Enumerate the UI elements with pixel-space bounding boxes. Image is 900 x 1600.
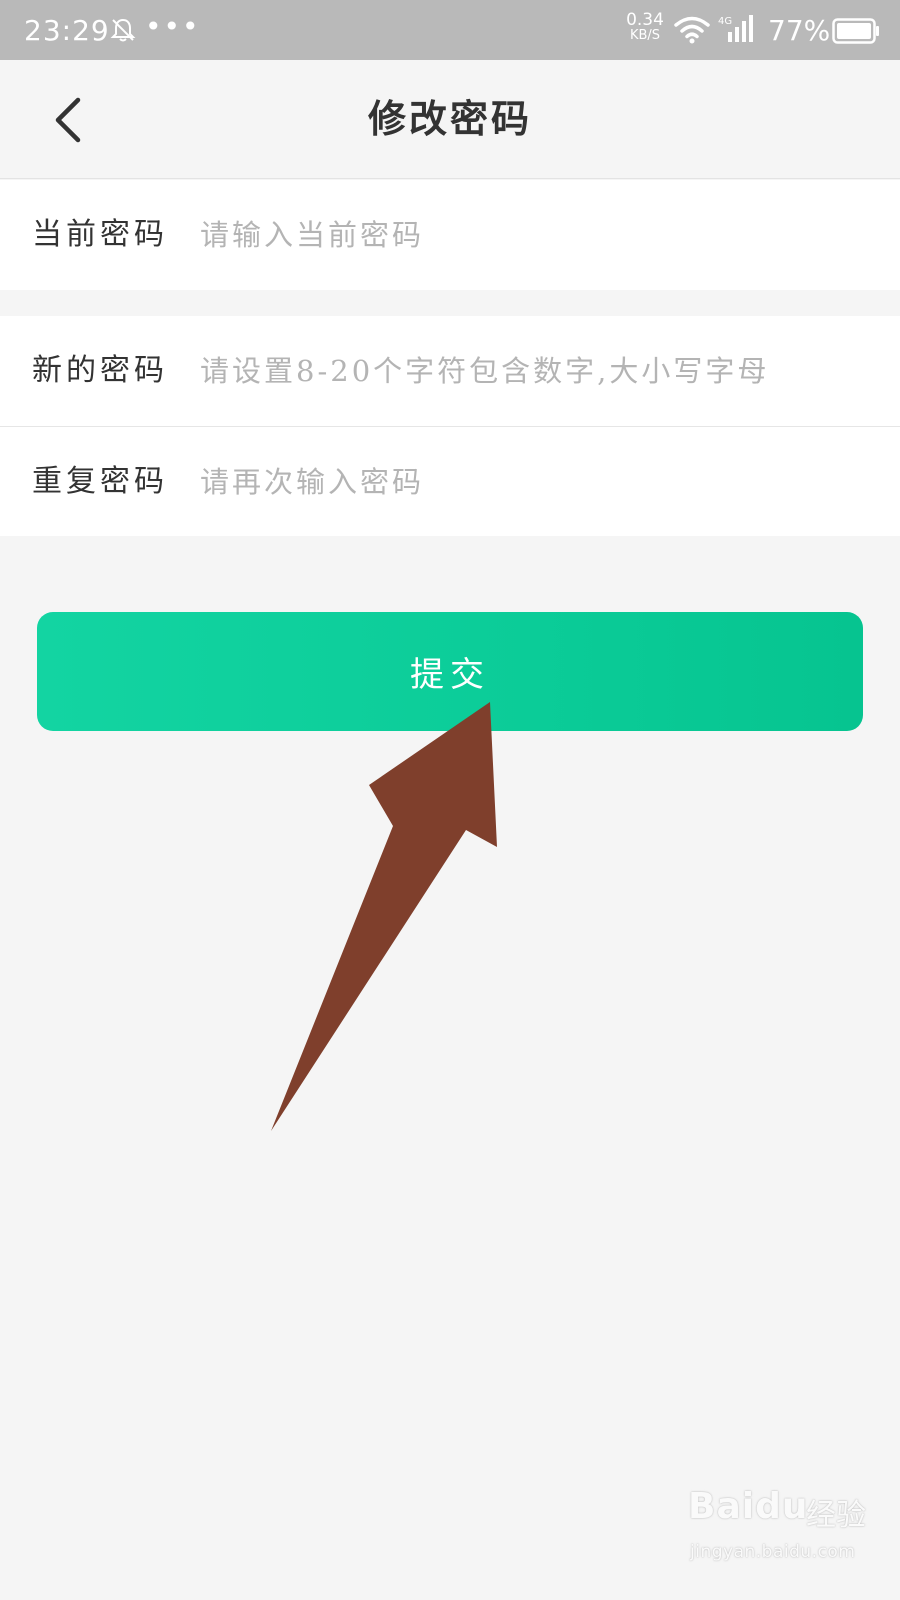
status-bar: 23:29 ••• 0.34 KB/S 4G 77% (0, 0, 900, 60)
new-password-label: 新的密码 (32, 353, 168, 388)
current-password-row: 当前密码 (0, 180, 900, 290)
network-speed-value: 0.34 (626, 10, 664, 30)
wifi-icon (674, 16, 710, 44)
battery-percent: 77% (768, 14, 831, 47)
chevron-left-icon (55, 97, 81, 143)
bell-off-icon (110, 18, 136, 42)
network-speed-unit: KB/S (629, 28, 661, 43)
current-password-label: 当前密码 (32, 217, 168, 252)
repeat-password-input[interactable] (200, 452, 870, 512)
nav-bar: 修改密码 (0, 60, 900, 179)
network-speed: 0.34 KB/S (623, 12, 667, 44)
repeat-password-row: 重复密码 (0, 426, 900, 536)
submit-button[interactable]: 提交 (37, 612, 863, 731)
status-more-dots: ••• (145, 10, 201, 43)
new-password-input[interactable] (200, 341, 870, 401)
battery-icon (832, 18, 879, 44)
watermark-brand: Baidu (688, 1486, 809, 1527)
current-password-group: 当前密码 (0, 180, 900, 290)
status-time: 23:29 (24, 14, 110, 47)
repeat-password-label: 重复密码 (32, 464, 168, 499)
watermark-brand-cn: 经验 (806, 1498, 866, 1533)
signal-icon: 4G (718, 15, 753, 42)
current-password-input[interactable] (200, 205, 870, 265)
page-title: 修改密码 (367, 96, 532, 141)
network-type: 4G (718, 16, 732, 27)
new-password-row: 新的密码 (0, 316, 900, 426)
back-button[interactable] (44, 92, 96, 148)
new-password-group: 新的密码 重复密码 (0, 316, 900, 536)
watermark: Baidu 经验 jingyan.baidu.com (688, 1476, 884, 1586)
annotation-arrow-shape (271, 702, 497, 1131)
watermark-url: jingyan.baidu.com (690, 1542, 856, 1562)
